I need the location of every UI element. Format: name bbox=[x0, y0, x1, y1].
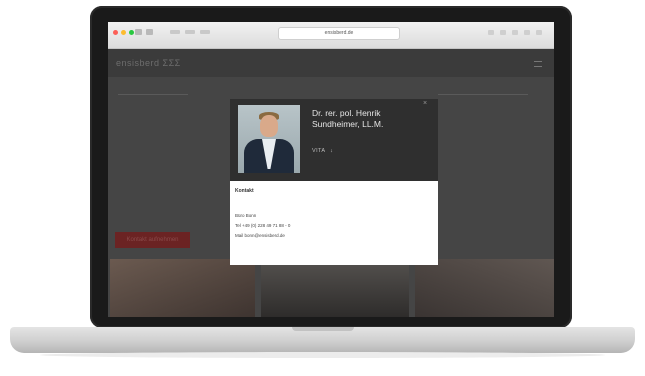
teaser-image[interactable] bbox=[415, 259, 554, 317]
forward-icon[interactable] bbox=[146, 29, 153, 35]
address-bar[interactable]: ensisberd.de bbox=[278, 27, 400, 40]
laptop-shadow bbox=[40, 352, 605, 358]
window-controls bbox=[113, 30, 134, 35]
vita-label: VITA bbox=[312, 148, 326, 154]
nav-buttons bbox=[135, 29, 153, 35]
site-header: ensisberd ΣΣΣ bbox=[108, 49, 554, 77]
photo-strip bbox=[108, 259, 554, 317]
profile-name: Dr. rer. pol. Henrik Sundheimer, LL.M. bbox=[312, 108, 384, 129]
laptop-screen: ensisberd.de ensisberd ΣΣΣ Kontakt aufne… bbox=[108, 22, 554, 317]
reader-icon[interactable] bbox=[200, 30, 210, 34]
divider bbox=[438, 94, 528, 95]
share-icon[interactable] bbox=[185, 30, 195, 34]
extension-icon[interactable] bbox=[488, 30, 494, 35]
toolbar-icons bbox=[170, 30, 210, 34]
arrow-down-icon: ↓ bbox=[330, 148, 334, 154]
trackpad-notch bbox=[292, 327, 354, 331]
contact-cta-button[interactable]: Kontakt aufnehmen bbox=[115, 232, 190, 248]
teaser-image[interactable] bbox=[110, 259, 255, 317]
office-label: Büro Bonn bbox=[235, 213, 257, 218]
email-link[interactable]: Mail bonn@ensisberd.de bbox=[235, 233, 285, 238]
contact-heading: Kontakt bbox=[235, 188, 254, 194]
minimize-window-button[interactable] bbox=[121, 30, 126, 35]
back-icon[interactable] bbox=[135, 29, 142, 35]
zoom-window-button[interactable] bbox=[129, 30, 134, 35]
sidebar-icon[interactable] bbox=[170, 30, 180, 34]
profile-photo bbox=[238, 105, 300, 173]
divider bbox=[118, 94, 188, 95]
close-window-button[interactable] bbox=[113, 30, 118, 35]
browser-toolbar: ensisberd.de bbox=[108, 22, 554, 49]
phone-link[interactable]: Tel +49 (0) 228 49 71 88 - 0 bbox=[235, 223, 290, 228]
site-logo[interactable]: ensisberd ΣΣΣ bbox=[116, 58, 181, 68]
vita-link[interactable]: VITA ↓ bbox=[312, 148, 333, 154]
contact-panel: Kontakt Büro Bonn Tel +49 (0) 228 49 71 … bbox=[230, 181, 438, 265]
menu-icon[interactable] bbox=[534, 61, 542, 67]
team-photo[interactable] bbox=[261, 259, 409, 317]
close-icon[interactable]: × bbox=[423, 100, 427, 107]
profile-modal-header: Dr. rer. pol. Henrik Sundheimer, LL.M. V… bbox=[230, 99, 438, 181]
extension-icon[interactable] bbox=[536, 30, 542, 35]
extension-icons bbox=[488, 30, 542, 35]
extension-icon[interactable] bbox=[500, 30, 506, 35]
extension-icon[interactable] bbox=[512, 30, 518, 35]
extension-icon[interactable] bbox=[524, 30, 530, 35]
laptop-base bbox=[10, 327, 635, 353]
